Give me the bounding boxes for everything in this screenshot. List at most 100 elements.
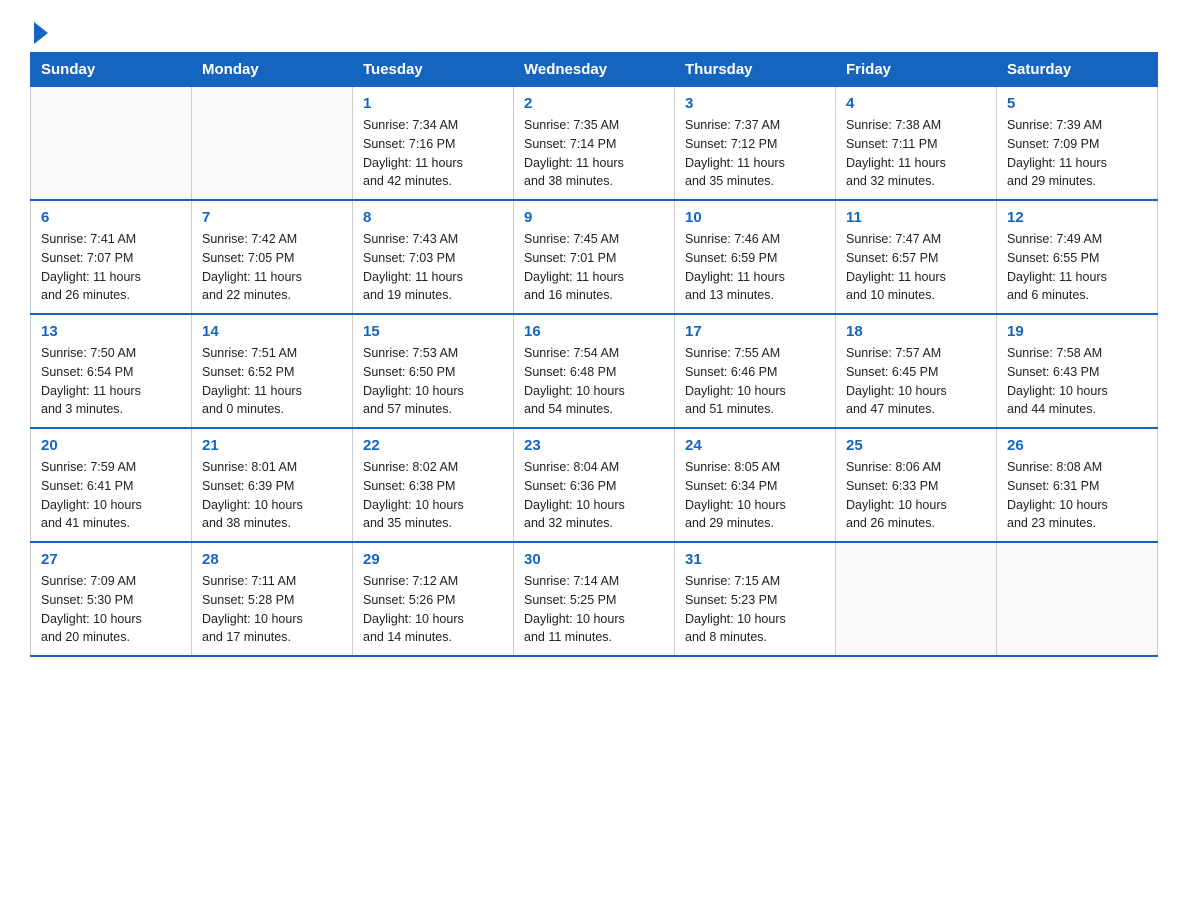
day-info: Sunrise: 7:41 AMSunset: 7:07 PMDaylight:… [41, 230, 181, 305]
day-number: 10 [685, 209, 825, 226]
calendar-cell: 27 Sunrise: 7:09 AMSunset: 5:30 PMDayligh… [31, 542, 192, 656]
day-number: 7 [202, 209, 342, 226]
day-info: Sunrise: 7:42 AMSunset: 7:05 PMDaylight:… [202, 230, 342, 305]
calendar-cell: 24 Sunrise: 8:05 AMSunset: 6:34 PMDayligh… [675, 428, 836, 542]
day-number: 25 [846, 437, 986, 454]
calendar-cell: 25 Sunrise: 8:06 AMSunset: 6:33 PMDayligh… [836, 428, 997, 542]
day-number: 26 [1007, 437, 1147, 454]
day-info: Sunrise: 7:09 AMSunset: 5:30 PMDaylight:… [41, 572, 181, 647]
header-tuesday: Tuesday [353, 53, 514, 87]
day-number: 20 [41, 437, 181, 454]
calendar-cell: 9Sunrise: 7:45 AMSunset: 7:01 PMDaylight… [514, 200, 675, 314]
calendar-cell: 21 Sunrise: 8:01 AMSunset: 6:39 PMDayligh… [192, 428, 353, 542]
calendar-cell: 15Sunrise: 7:53 AMSunset: 6:50 PMDayligh… [353, 314, 514, 428]
day-number: 1 [363, 95, 503, 112]
header-monday: Monday [192, 53, 353, 87]
calendar-header-row: SundayMondayTuesdayWednesdayThursdayFrid… [31, 53, 1158, 87]
calendar-table: SundayMondayTuesdayWednesdayThursdayFrid… [30, 52, 1158, 657]
calendar-cell: 29Sunrise: 7:12 AMSunset: 5:26 PMDayligh… [353, 542, 514, 656]
day-info: Sunrise: 7:58 AMSunset: 6:43 PMDaylight:… [1007, 344, 1147, 419]
header-thursday: Thursday [675, 53, 836, 87]
day-number: 8 [363, 209, 503, 226]
calendar-cell: 10 Sunrise: 7:46 AMSunset: 6:59 PMDayligh… [675, 200, 836, 314]
day-info: Sunrise: 7:35 AMSunset: 7:14 PMDaylight:… [524, 116, 664, 191]
day-number: 12 [1007, 209, 1147, 226]
day-info: Sunrise: 7:50 AMSunset: 6:54 PMDaylight:… [41, 344, 181, 419]
day-number: 18 [846, 323, 986, 340]
calendar-cell: 2Sunrise: 7:35 AMSunset: 7:14 PMDaylight… [514, 87, 675, 201]
day-info: Sunrise: 7:38 AMSunset: 7:11 PMDaylight:… [846, 116, 986, 191]
calendar-cell: 3 Sunrise: 7:37 AMSunset: 7:12 PMDaylight… [675, 87, 836, 201]
calendar-cell: 5 Sunrise: 7:39 AMSunset: 7:09 PMDaylight… [997, 87, 1158, 201]
calendar-cell: 19Sunrise: 7:58 AMSunset: 6:43 PMDayligh… [997, 314, 1158, 428]
calendar-cell: 18 Sunrise: 7:57 AMSunset: 6:45 PMDayligh… [836, 314, 997, 428]
day-info: Sunrise: 7:45 AMSunset: 7:01 PMDaylight:… [524, 230, 664, 305]
header-friday: Friday [836, 53, 997, 87]
day-info: Sunrise: 8:02 AMSunset: 6:38 PMDaylight:… [363, 458, 503, 533]
day-number: 21 [202, 437, 342, 454]
page-header [30, 24, 1158, 42]
day-number: 30 [524, 551, 664, 568]
logo-arrow-icon [34, 22, 48, 44]
calendar-cell: 1 Sunrise: 7:34 AMSunset: 7:16 PMDaylight… [353, 87, 514, 201]
day-info: Sunrise: 7:49 AMSunset: 6:55 PMDaylight:… [1007, 230, 1147, 305]
calendar-cell [31, 87, 192, 201]
calendar-cell: 22 Sunrise: 8:02 AMSunset: 6:38 PMDayligh… [353, 428, 514, 542]
calendar-cell: 30 Sunrise: 7:14 AMSunset: 5:25 PMDayligh… [514, 542, 675, 656]
day-number: 17 [685, 323, 825, 340]
day-info: Sunrise: 7:55 AMSunset: 6:46 PMDaylight:… [685, 344, 825, 419]
day-number: 31 [685, 551, 825, 568]
calendar-cell: 11 Sunrise: 7:47 AMSunset: 6:57 PMDayligh… [836, 200, 997, 314]
day-info: Sunrise: 7:47 AMSunset: 6:57 PMDaylight:… [846, 230, 986, 305]
calendar-cell: 20 Sunrise: 7:59 AMSunset: 6:41 PMDayligh… [31, 428, 192, 542]
day-number: 24 [685, 437, 825, 454]
day-number: 13 [41, 323, 181, 340]
day-info: Sunrise: 7:34 AMSunset: 7:16 PMDaylight:… [363, 116, 503, 191]
day-info: Sunrise: 7:51 AMSunset: 6:52 PMDaylight:… [202, 344, 342, 419]
calendar-cell [836, 542, 997, 656]
day-number: 3 [685, 95, 825, 112]
day-number: 28 [202, 551, 342, 568]
calendar-cell: 7 Sunrise: 7:42 AMSunset: 7:05 PMDaylight… [192, 200, 353, 314]
calendar-week-row: 1 Sunrise: 7:34 AMSunset: 7:16 PMDaylight… [31, 87, 1158, 201]
day-info: Sunrise: 7:54 AMSunset: 6:48 PMDaylight:… [524, 344, 664, 419]
calendar-cell [997, 542, 1158, 656]
day-info: Sunrise: 8:05 AMSunset: 6:34 PMDaylight:… [685, 458, 825, 533]
calendar-cell: 31 Sunrise: 7:15 AMSunset: 5:23 PMDayligh… [675, 542, 836, 656]
header-sunday: Sunday [31, 53, 192, 87]
day-info: Sunrise: 7:11 AMSunset: 5:28 PMDaylight:… [202, 572, 342, 647]
day-info: Sunrise: 7:39 AMSunset: 7:09 PMDaylight:… [1007, 116, 1147, 191]
logo [30, 24, 48, 42]
day-info: Sunrise: 8:06 AMSunset: 6:33 PMDaylight:… [846, 458, 986, 533]
calendar-week-row: 6Sunrise: 7:41 AMSunset: 7:07 PMDaylight… [31, 200, 1158, 314]
header-saturday: Saturday [997, 53, 1158, 87]
day-info: Sunrise: 7:15 AMSunset: 5:23 PMDaylight:… [685, 572, 825, 647]
day-number: 22 [363, 437, 503, 454]
day-number: 27 [41, 551, 181, 568]
day-number: 14 [202, 323, 342, 340]
calendar-cell: 16Sunrise: 7:54 AMSunset: 6:48 PMDayligh… [514, 314, 675, 428]
day-number: 15 [363, 323, 503, 340]
day-info: Sunrise: 7:14 AMSunset: 5:25 PMDaylight:… [524, 572, 664, 647]
day-number: 11 [846, 209, 986, 226]
calendar-week-row: 13 Sunrise: 7:50 AMSunset: 6:54 PMDayligh… [31, 314, 1158, 428]
day-number: 4 [846, 95, 986, 112]
day-info: Sunrise: 8:04 AMSunset: 6:36 PMDaylight:… [524, 458, 664, 533]
day-info: Sunrise: 7:46 AMSunset: 6:59 PMDaylight:… [685, 230, 825, 305]
day-info: Sunrise: 8:01 AMSunset: 6:39 PMDaylight:… [202, 458, 342, 533]
calendar-cell: 8 Sunrise: 7:43 AMSunset: 7:03 PMDaylight… [353, 200, 514, 314]
header-wednesday: Wednesday [514, 53, 675, 87]
day-number: 5 [1007, 95, 1147, 112]
day-info: Sunrise: 7:37 AMSunset: 7:12 PMDaylight:… [685, 116, 825, 191]
day-info: Sunrise: 7:12 AMSunset: 5:26 PMDaylight:… [363, 572, 503, 647]
day-info: Sunrise: 7:43 AMSunset: 7:03 PMDaylight:… [363, 230, 503, 305]
calendar-cell [192, 87, 353, 201]
day-info: Sunrise: 7:57 AMSunset: 6:45 PMDaylight:… [846, 344, 986, 419]
day-info: Sunrise: 7:59 AMSunset: 6:41 PMDaylight:… [41, 458, 181, 533]
calendar-cell: 13 Sunrise: 7:50 AMSunset: 6:54 PMDayligh… [31, 314, 192, 428]
calendar-week-row: 20 Sunrise: 7:59 AMSunset: 6:41 PMDayligh… [31, 428, 1158, 542]
calendar-cell: 6Sunrise: 7:41 AMSunset: 7:07 PMDaylight… [31, 200, 192, 314]
calendar-cell: 12 Sunrise: 7:49 AMSunset: 6:55 PMDayligh… [997, 200, 1158, 314]
calendar-cell: 14 Sunrise: 7:51 AMSunset: 6:52 PMDayligh… [192, 314, 353, 428]
day-number: 23 [524, 437, 664, 454]
